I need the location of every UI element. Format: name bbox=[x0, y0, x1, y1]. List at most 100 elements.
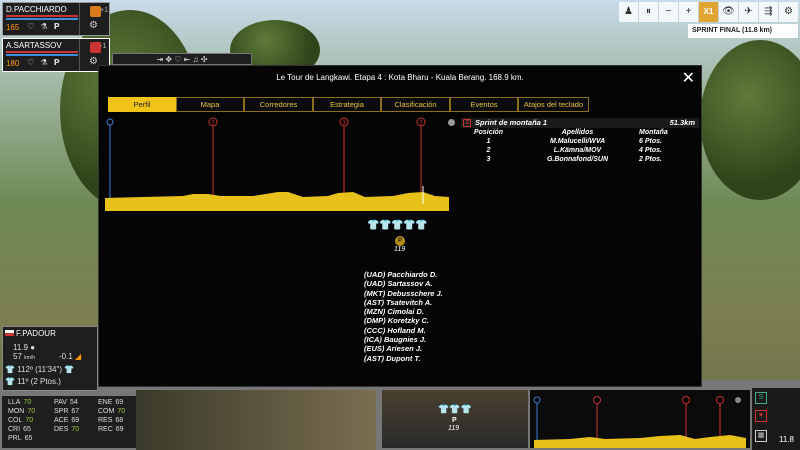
followed-rider-panel[interactable]: F.PADOUR 11.9 ● 57 km/h -0.1 ◢ 👕 112º (1… bbox=[2, 326, 98, 391]
list-item: (DMP) Koretzky C. bbox=[364, 316, 430, 326]
stat-ace: ACE 69 bbox=[54, 417, 80, 424]
sprint-distance: 51.3km bbox=[669, 118, 695, 127]
stat-spr: SPR 67 bbox=[54, 408, 80, 415]
mountain-rank-row: 👕 11º (2 Ptos.) bbox=[5, 377, 61, 386]
rider-cell: L.Kämna/MOV bbox=[553, 147, 602, 154]
rider-command-bar[interactable]: ⇥ ✥ ♡ ⇤ ♫ ✣ bbox=[112, 53, 252, 65]
group-jerseys: 👕 👕 👕 👕 👕 bbox=[367, 220, 428, 231]
white-jersey-icon: 👕 bbox=[379, 220, 392, 231]
effort-bar bbox=[6, 51, 78, 53]
tab-perfil[interactable]: Perfil bbox=[108, 97, 176, 112]
stat-cri: CRI 65 bbox=[8, 426, 31, 433]
right-toolbar: S ♥ ▦ 11.8 bbox=[752, 388, 800, 450]
tab-eventos[interactable]: Eventos bbox=[450, 97, 518, 112]
close-icon[interactable]: ✕ bbox=[682, 68, 695, 88]
table-row: 3 G.Bonnafond/SUN 2 Ptos. bbox=[461, 155, 699, 164]
mountain-sprint-panel: 3 Sprint de montaña 1 51.3km Posición Ap… bbox=[461, 118, 699, 164]
peloton-count: 119 bbox=[394, 246, 406, 253]
mini-elevation-area bbox=[534, 435, 746, 448]
column-header: Montaña bbox=[639, 129, 668, 136]
stage-profile[interactable]: 3 3 3 bbox=[103, 116, 453, 211]
group-camera-view[interactable]: 👕👕👕 P 119 bbox=[382, 390, 528, 448]
tab-estrategia[interactable]: Estrategia bbox=[313, 97, 381, 112]
settings-icon[interactable]: ⚙ bbox=[779, 2, 798, 22]
race-camera-view bbox=[136, 390, 376, 450]
command-icons[interactable]: ⇥ ✥ ♡ ⇤ ♫ ✣ bbox=[156, 55, 207, 64]
finish-flag-icon: ▦ bbox=[755, 430, 767, 442]
stat-res: RES 68 bbox=[98, 417, 124, 424]
yellow-jersey-icon: 👕 bbox=[415, 220, 428, 231]
tab-atajos[interactable]: Atajos del teclado bbox=[518, 97, 589, 112]
green-jersey-icon: 👕 bbox=[403, 220, 416, 231]
stat-ene: ENE 69 bbox=[98, 399, 124, 406]
climb-marker-icon bbox=[716, 396, 724, 404]
speed-indicator: X1 bbox=[699, 2, 718, 22]
position-cell: 2 bbox=[486, 147, 491, 154]
tab-clasificacion[interactable]: Clasificación bbox=[381, 97, 450, 112]
sprint-final-banner: SPRINT FINAL (11.8 km) bbox=[688, 24, 798, 38]
dialog-tabs: Perfil Mapa Corredores Estrategia Clasif… bbox=[108, 97, 589, 112]
pause-button[interactable]: ⏸ bbox=[639, 2, 658, 22]
climb-marker-icon bbox=[682, 396, 690, 404]
stamina-bar bbox=[6, 54, 78, 56]
speed-row: 11.9 ● bbox=[13, 343, 36, 352]
energy-value: 165 bbox=[6, 23, 20, 32]
stage-dialog: Le Tour de Langkawi. Etapa 4 : Kota Bhar… bbox=[98, 65, 702, 387]
stat-lla: LLA 70 bbox=[8, 399, 32, 406]
rider-cell: G.Bonnafond/SUN bbox=[546, 156, 609, 163]
table-row: 1 M.Malucelli/WVA 6 Ptos. bbox=[461, 137, 699, 146]
leading-group-list: (UAD) Pacchiardo D. (UAD) Sartassov A. (… bbox=[364, 270, 443, 363]
stat-mon: MON 70 bbox=[8, 408, 36, 415]
rider-name: A.SARTASSOV bbox=[6, 41, 62, 50]
mini-stage-profile[interactable] bbox=[530, 390, 750, 448]
points-cell: 4 Ptos. bbox=[639, 147, 662, 154]
list-item: (ICA) Baugnies J. bbox=[364, 335, 427, 345]
sprint-table: Posición Apellidos Montaña 1 M.Malucelli… bbox=[461, 128, 699, 164]
points-cell: 2 Ptos. bbox=[639, 156, 662, 163]
position-cell: 1 bbox=[486, 138, 491, 145]
rider-card-sartassov[interactable]: A.SARTASSOV 180 ♡ ⚗ 𝗣 -1 ⚙ bbox=[2, 38, 110, 72]
yellow-rank-row: 👕 112º (11'34") 👕 bbox=[5, 365, 75, 374]
s-button[interactable]: S bbox=[755, 392, 767, 404]
rider-card-pacchiardo[interactable]: D.PACCHIARDO 165 ♡ ⚗ 𝗣 +1 ⚙ bbox=[2, 2, 110, 36]
remaining-km: 11.8 bbox=[779, 435, 794, 444]
helicopter-icon[interactable]: ✈ bbox=[739, 2, 758, 22]
gap-label: -1 bbox=[100, 43, 107, 50]
jersey-icons: 👕👕👕 bbox=[438, 404, 472, 414]
position-cell: 3 bbox=[486, 156, 491, 163]
stamina-bar bbox=[6, 18, 78, 20]
flag-icon bbox=[5, 330, 14, 336]
tab-mapa[interactable]: Mapa bbox=[176, 97, 244, 112]
list-item: (EUS) Ariesen J. bbox=[364, 344, 423, 354]
info-dot-icon[interactable] bbox=[448, 119, 455, 126]
list-item: (CCC) Hofland M. bbox=[364, 325, 426, 335]
list-item: (UAD) Sartassov A. bbox=[364, 279, 433, 289]
peloton-marker[interactable]: P bbox=[395, 236, 405, 246]
stat-col: COL 70 bbox=[8, 417, 34, 424]
table-header-row: Posición Apellidos Montaña bbox=[461, 128, 699, 137]
sprint-header: 3 Sprint de montaña 1 51.3km bbox=[461, 118, 699, 128]
info-dot-icon bbox=[735, 397, 741, 403]
tab-corredores[interactable]: Corredores bbox=[244, 97, 313, 112]
heart-icon[interactable]: ♥ bbox=[755, 410, 767, 422]
view-icon[interactable]: 👁 bbox=[719, 2, 738, 22]
gear-icon[interactable]: ⚙ bbox=[89, 56, 98, 67]
stat-pav: PAV 54 bbox=[54, 399, 78, 406]
column-header: Posición bbox=[473, 129, 504, 136]
gradient-row: -0.1 ◢ bbox=[59, 352, 82, 361]
list-item: (UAD) Pacchiardo D. bbox=[364, 270, 438, 279]
manager-icon[interactable]: ♟ bbox=[619, 2, 638, 22]
rider-side: +1 ⚙ bbox=[79, 3, 109, 35]
gear-icon[interactable]: ⚙ bbox=[89, 20, 98, 31]
stat-com: COM 70 bbox=[98, 408, 126, 415]
game-controls: ♟ ⏸ − + X1 👁 ✈ ⇶ ⚙ bbox=[619, 2, 798, 22]
status-icons: ♡ ⚗ 𝗣 bbox=[27, 22, 62, 31]
speed-down-button[interactable]: − bbox=[659, 2, 678, 22]
speed-up-button[interactable]: + bbox=[679, 2, 698, 22]
camera-icon[interactable]: ⇶ bbox=[759, 2, 778, 22]
rider-cell: M.Malucelli/WVA bbox=[549, 138, 606, 145]
effort-bar bbox=[6, 15, 78, 17]
elevation-area bbox=[105, 192, 449, 211]
dialog-title: Le Tour de Langkawi. Etapa 4 : Kota Bhar… bbox=[276, 73, 524, 82]
blue-jersey-icon: 👕 bbox=[367, 220, 380, 231]
